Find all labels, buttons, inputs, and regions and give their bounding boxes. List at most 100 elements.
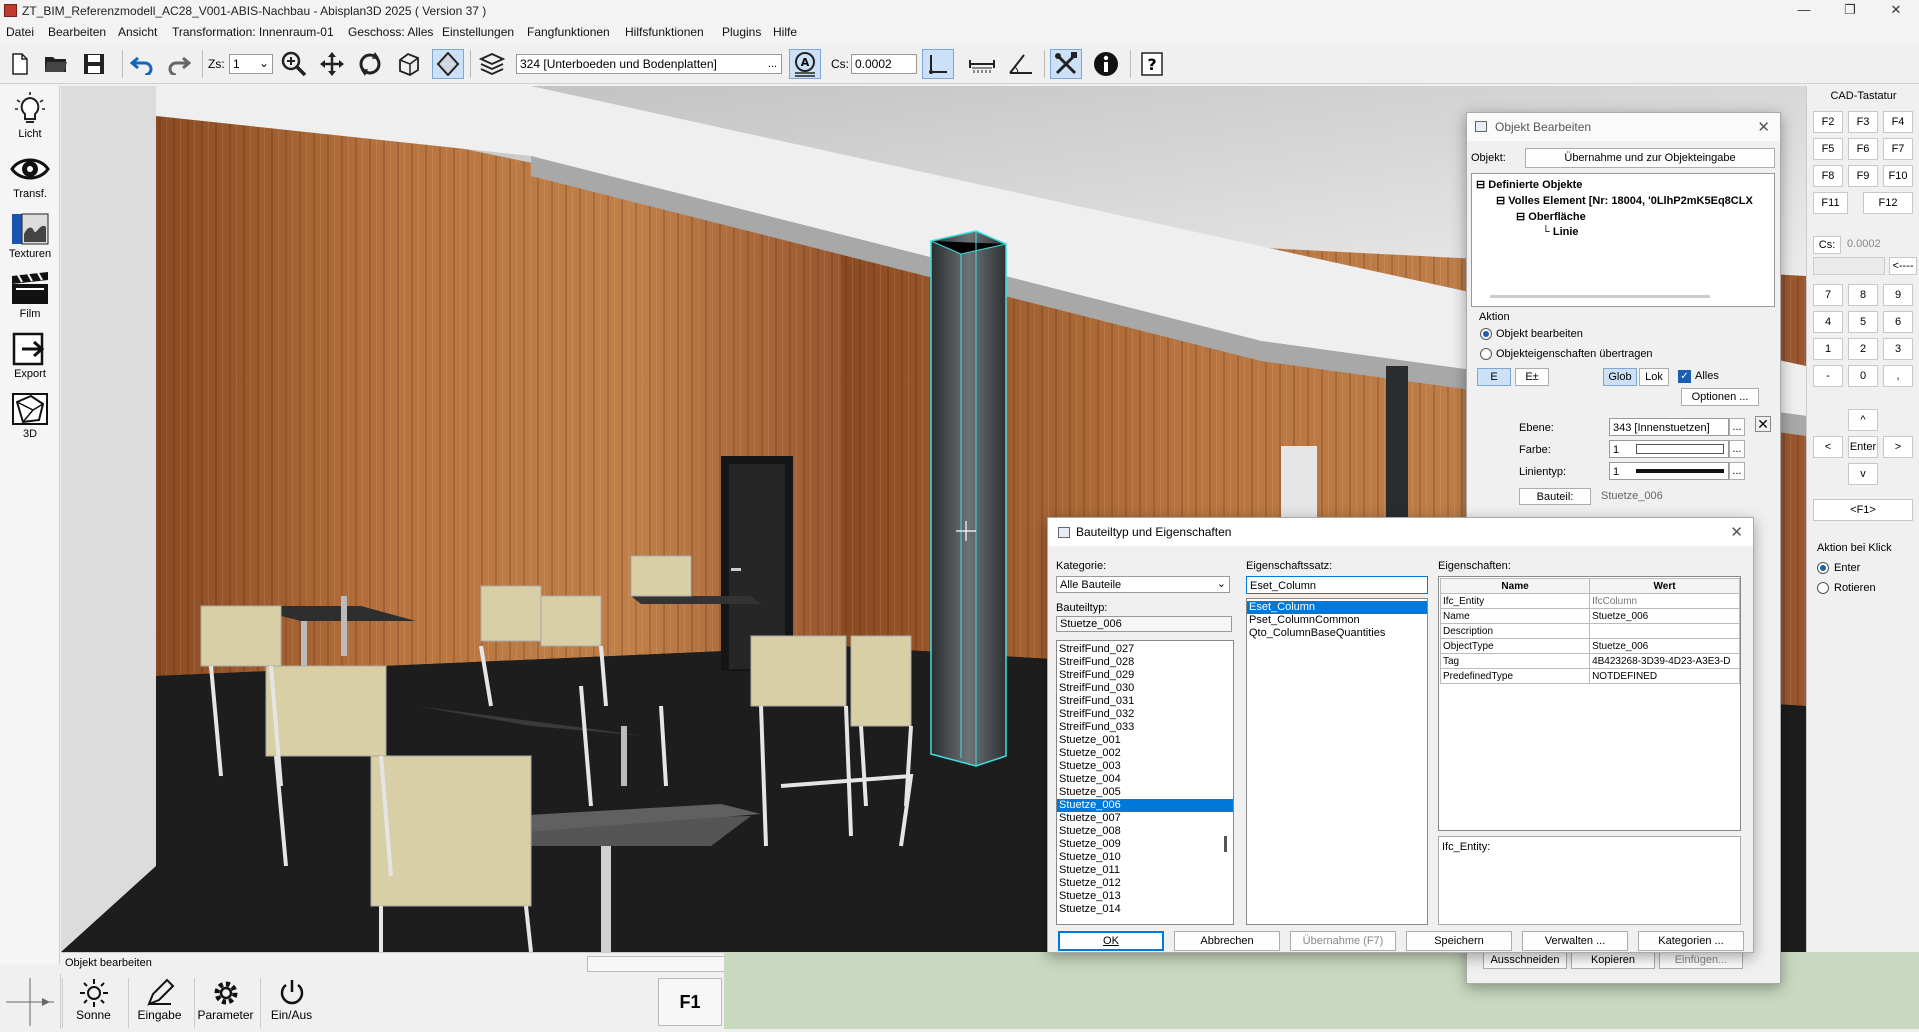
- key-f7[interactable]: F7: [1883, 138, 1913, 160]
- bauteiltyp-list-item[interactable]: StreifFund_030: [1057, 682, 1233, 695]
- bauteiltyp-list-item[interactable]: Stuetze_004: [1057, 773, 1233, 786]
- menu-hilfsfunktionen[interactable]: Hilfsfunktionen: [625, 25, 704, 39]
- menu-bearbeiten[interactable]: Bearbeiten: [48, 25, 106, 39]
- ebene-browse-button[interactable]: ...: [1729, 418, 1745, 436]
- tree-scrollbar[interactable]: [1490, 295, 1710, 298]
- key-f4[interactable]: F4: [1883, 111, 1913, 133]
- key-1[interactable]: 1: [1813, 338, 1843, 360]
- bauteiltyp-list-item[interactable]: Stuetze_012: [1057, 877, 1233, 890]
- ebene-field[interactable]: 343 [Innenstuetzen]: [1609, 418, 1729, 436]
- transf-button[interactable]: Transf.: [4, 150, 56, 206]
- film-button[interactable]: Film: [4, 270, 56, 326]
- cad-f1-button[interactable]: <F1>: [1813, 499, 1913, 521]
- objekt-bearbeiten-radio[interactable]: [1480, 328, 1492, 340]
- key-f2[interactable]: F2: [1813, 111, 1843, 133]
- rotate-icon[interactable]: [354, 49, 386, 79]
- bauteiltyp-list-item[interactable]: StreifFund_033: [1057, 721, 1233, 734]
- cad-input-field[interactable]: [1813, 257, 1885, 275]
- key-2[interactable]: 2: [1848, 338, 1878, 360]
- alles-checkbox[interactable]: ✓: [1678, 370, 1691, 383]
- open-folder-icon[interactable]: [40, 49, 72, 79]
- parameter-button[interactable]: Parameter: [194, 978, 256, 1028]
- key-f12[interactable]: F12: [1863, 192, 1913, 214]
- 3d-button[interactable]: 3D: [4, 390, 56, 446]
- bauteiltyp-list-item[interactable]: Stuetze_005: [1057, 786, 1233, 799]
- help-icon[interactable]: ?: [1136, 49, 1168, 79]
- bauteiltyp-list-item[interactable]: Stuetze_014: [1057, 903, 1233, 916]
- table-row[interactable]: Name Stuetze_006: [1439, 608, 1740, 624]
- export-button[interactable]: Export: [4, 330, 56, 386]
- bauteiltyp-list-item[interactable]: Stuetze_006: [1057, 799, 1233, 812]
- close-icon[interactable]: ✕: [1873, 2, 1919, 20]
- key-0[interactable]: 0: [1848, 365, 1878, 387]
- abbrechen-button[interactable]: Abbrechen: [1174, 931, 1280, 951]
- bauteiltyp-list-item[interactable]: Stuetze_003: [1057, 760, 1233, 773]
- list-scrollbar-thumb[interactable]: [1224, 836, 1227, 852]
- bauteiltyp-list-item[interactable]: StreifFund_029: [1057, 669, 1233, 682]
- backspace-button[interactable]: <----: [1889, 257, 1917, 275]
- layer-browse-button[interactable]: ...: [764, 55, 781, 73]
- uebernahme-f7-button[interactable]: Übernahme (F7): [1290, 931, 1396, 951]
- key-f5[interactable]: F5: [1813, 138, 1843, 160]
- property-value-cell[interactable]: NOTDEFINED: [1589, 668, 1740, 684]
- property-value-cell[interactable]: Stuetze_006: [1589, 608, 1740, 624]
- speichern-button[interactable]: Speichern: [1406, 931, 1512, 951]
- menu-geschoss[interactable]: Geschoss: Alles: [348, 25, 433, 39]
- select-object-icon[interactable]: [432, 49, 464, 79]
- table-row[interactable]: Description: [1439, 623, 1740, 639]
- key-f9[interactable]: F9: [1848, 165, 1878, 187]
- pan-icon[interactable]: [316, 49, 348, 79]
- bauteiltyp-list-item[interactable]: Stuetze_009: [1057, 838, 1233, 851]
- property-value-cell[interactable]: IfcColumn: [1589, 593, 1740, 609]
- menu-datei[interactable]: Datei: [6, 25, 34, 39]
- menu-ansicht[interactable]: Ansicht: [118, 25, 157, 39]
- enter-button[interactable]: Enter: [1848, 436, 1878, 458]
- bauteil-button[interactable]: Bauteil:: [1519, 488, 1591, 505]
- ok-button[interactable]: OK: [1058, 931, 1164, 951]
- key-minus[interactable]: -: [1813, 365, 1843, 387]
- farbe-field[interactable]: 1: [1609, 440, 1729, 458]
- cs-input[interactable]: 0.0002: [851, 54, 917, 74]
- minimize-icon[interactable]: —: [1781, 2, 1827, 20]
- redo-icon[interactable]: [163, 49, 195, 79]
- key-f6[interactable]: F6: [1848, 138, 1878, 160]
- tree-node-linie[interactable]: └ Linie: [1542, 226, 1579, 238]
- angle-icon[interactable]: [1005, 49, 1037, 79]
- zoom-icon[interactable]: [278, 49, 310, 79]
- tree-node-volles-element[interactable]: ⊟ Volles Element [Nr: 18004, '0LlhP2mK5E…: [1496, 194, 1766, 207]
- eingabe-button[interactable]: Eingabe: [128, 978, 190, 1028]
- key-5[interactable]: 5: [1848, 311, 1878, 333]
- tree-node-oberflaeche[interactable]: ⊟ Oberfläche: [1516, 210, 1586, 223]
- ausschneiden-button[interactable]: Ausschneiden: [1483, 951, 1567, 969]
- menu-plugins[interactable]: Plugins: [722, 25, 761, 39]
- licht-button[interactable]: Licht: [4, 90, 56, 146]
- table-row[interactable]: Ifc_Entity IfcColumn: [1439, 593, 1740, 609]
- close-icon[interactable]: ✕: [1757, 118, 1770, 136]
- key-9[interactable]: 9: [1883, 284, 1913, 306]
- key-f10[interactable]: F10: [1883, 165, 1913, 187]
- key-6[interactable]: 6: [1883, 311, 1913, 333]
- arrow-right-button[interactable]: >: [1883, 436, 1913, 458]
- layer-select[interactable]: 324 [Unterboeden und Bodenplatten]: [516, 54, 782, 74]
- key-comma[interactable]: ,: [1883, 365, 1913, 387]
- linientyp-field[interactable]: 1: [1609, 462, 1729, 480]
- e-button[interactable]: E: [1477, 368, 1511, 386]
- uebernahme-button[interactable]: Übernahme und zur Objekteingabe: [1525, 148, 1775, 168]
- bauteiltyp-list-item[interactable]: Stuetze_010: [1057, 851, 1233, 864]
- key-3[interactable]: 3: [1883, 338, 1913, 360]
- optionen-button[interactable]: Optionen ...: [1681, 388, 1759, 406]
- rotieren-radio[interactable]: [1817, 582, 1829, 594]
- arrow-up-button[interactable]: ^: [1848, 409, 1878, 431]
- tree-node-definierte-objekte[interactable]: ⊟ Definierte Objekte: [1476, 178, 1582, 191]
- cube-view-icon[interactable]: [393, 49, 425, 79]
- snap-circle-icon[interactable]: A: [789, 49, 821, 79]
- menu-hilfe[interactable]: Hilfe: [773, 25, 797, 39]
- key-8[interactable]: 8: [1848, 284, 1878, 306]
- tools-icon[interactable]: [1050, 49, 1082, 79]
- eigenschaften-uebertragen-radio[interactable]: [1480, 348, 1492, 360]
- einfuegen-button[interactable]: Einfügen...: [1659, 951, 1743, 969]
- clear-icon[interactable]: ✕: [1755, 416, 1771, 432]
- kategorie-select[interactable]: Alle Bauteile ⌄: [1056, 576, 1230, 593]
- enter-radio[interactable]: [1817, 562, 1829, 574]
- kategorien-button[interactable]: Kategorien ...: [1638, 931, 1744, 951]
